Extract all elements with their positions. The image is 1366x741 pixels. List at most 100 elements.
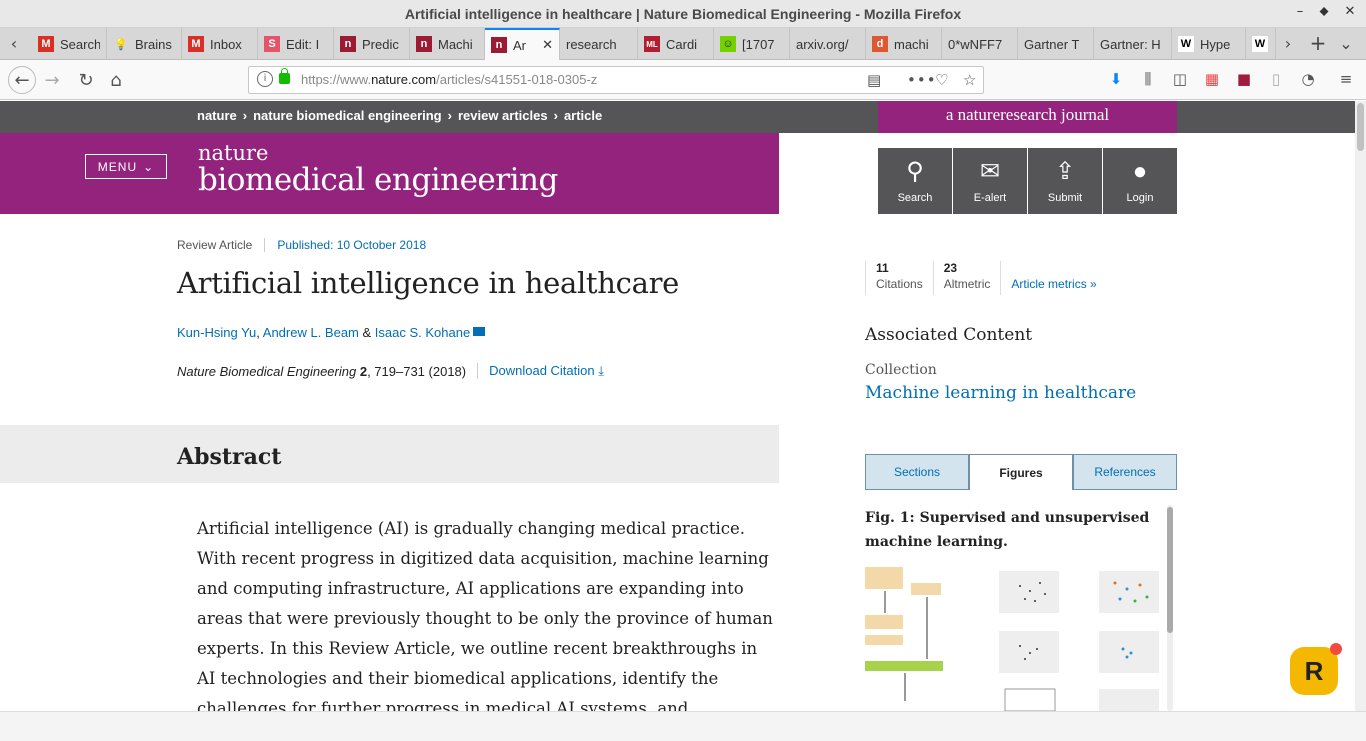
tab-15[interactable]: W Hype	[1172, 28, 1246, 60]
journal-header: MENU ⌄ nature biomedical engineering	[0, 133, 779, 214]
downloads-icon[interactable]: ⬇	[1106, 70, 1126, 88]
breadcrumb: nature › nature biomedical engineering ›…	[197, 108, 602, 123]
citations-metric[interactable]: 11 Citations	[865, 261, 933, 295]
figure-panel-scrollbar[interactable]	[1167, 505, 1173, 711]
minimize-icon[interactable]: –	[1290, 4, 1310, 19]
library-icon[interactable]: ⫼	[1138, 70, 1158, 88]
download-citation-link[interactable]: Download Citation ⤓	[477, 363, 604, 379]
figure-thumbnail[interactable]	[865, 561, 1163, 711]
citation-volume: 2	[359, 363, 368, 379]
abstract-heading: Abstract	[177, 444, 282, 470]
url-bar[interactable]: i https://www.nature.com/articles/s41551…	[248, 66, 984, 94]
login-button[interactable]: ● Login	[1103, 148, 1177, 214]
breadcrumb-review-articles[interactable]: review articles	[458, 108, 548, 123]
tab-8[interactable]: ML Cardi	[638, 28, 714, 60]
home-icon[interactable]: ⌂	[104, 68, 128, 92]
tab-0[interactable]: M Search	[32, 28, 107, 60]
back-icon[interactable]: ←	[8, 66, 36, 94]
note-icon[interactable]: ▯	[1266, 70, 1286, 88]
all-tabs-icon[interactable]: ⌄	[1336, 34, 1356, 53]
author-list: Kun-Hsing Yu, Andrew L. Beam & Isaac S. …	[177, 325, 486, 340]
extension-icon[interactable]: ◔	[1298, 70, 1318, 88]
gmail-icon: M	[188, 36, 204, 52]
tab-figures[interactable]: Figures	[969, 454, 1073, 490]
tab-3[interactable]: S Edit: I	[258, 28, 334, 60]
pocket-icon[interactable]: ♡	[935, 71, 948, 89]
site-info-icon[interactable]: i	[257, 71, 273, 87]
tab-sections[interactable]: Sections	[865, 454, 969, 490]
tab-13[interactable]: Gartner T	[1018, 28, 1094, 60]
tab-label: machi	[894, 36, 929, 52]
tab-14[interactable]: Gartner: H	[1094, 28, 1172, 60]
logo-line1[interactable]: nature	[198, 143, 268, 164]
download-icon: ⤓	[598, 363, 604, 378]
reader-view-icon[interactable]: ▤	[867, 71, 881, 89]
r-extension-badge[interactable]: R	[1290, 643, 1342, 695]
journal-tagline[interactable]: a natureresearch journal	[878, 101, 1177, 133]
tab-11[interactable]: d machi	[866, 28, 942, 60]
chevron-right-icon: ›	[242, 108, 248, 123]
tab-5[interactable]: n Machi	[410, 28, 485, 60]
logo-line2[interactable]: biomedical engineering	[198, 163, 558, 197]
breadcrumb-journal[interactable]: nature biomedical engineering	[253, 108, 442, 123]
menu-button[interactable]: MENU ⌄	[85, 154, 167, 179]
lock-icon[interactable]	[279, 68, 290, 84]
tab-label: Hype	[1200, 36, 1231, 52]
mendeley-icon[interactable]: ■	[1234, 70, 1254, 88]
status-bar	[0, 711, 1366, 741]
tab-label: arxiv.org/	[796, 36, 849, 52]
nature-icon: n	[491, 37, 507, 53]
wikipedia-icon: W	[1178, 36, 1194, 52]
tab-7[interactable]: research	[560, 28, 638, 60]
tab-label: Gartner T	[1024, 36, 1080, 52]
reload-icon[interactable]: ↻	[74, 68, 98, 92]
published-date: Published: 10 October 2018	[264, 238, 426, 252]
tab-1[interactable]: 💡 Brains	[107, 28, 182, 60]
figure-caption[interactable]: Fig. 1: Supervised and unsupervised mach…	[865, 506, 1155, 554]
tab-2[interactable]: M Inbox	[182, 28, 258, 60]
menu-hamburger-icon[interactable]: ≡	[1336, 70, 1356, 88]
page-actions-icon[interactable]: •••	[907, 71, 937, 89]
page-scrollbar[interactable]	[1355, 101, 1366, 711]
close-window-icon[interactable]: ✕	[1340, 4, 1360, 19]
sidebar-icon[interactable]: ◫	[1170, 70, 1190, 88]
author-link[interactable]: Andrew L. Beam	[263, 325, 359, 340]
tab-label: Search	[60, 36, 100, 52]
search-button[interactable]: ⚲ Search	[878, 148, 952, 214]
tab-12[interactable]: 0*wNFF7	[942, 28, 1018, 60]
e-alert-button[interactable]: ✉ E-alert	[953, 148, 1027, 214]
tab-label: Machi	[438, 36, 473, 52]
author-link[interactable]: Isaac S. Kohane	[375, 325, 470, 340]
todoist-icon[interactable]: ▦	[1202, 70, 1222, 88]
tab-16[interactable]: W	[1246, 28, 1276, 60]
submit-button[interactable]: ⇪ Submit	[1028, 148, 1102, 214]
forward-icon[interactable]: →	[40, 68, 64, 92]
bookmark-star-icon[interactable]: ☆	[963, 71, 976, 89]
tab-label: Cardi	[666, 36, 698, 52]
close-tab-icon[interactable]: ✕	[542, 37, 553, 53]
ml-icon: ML	[644, 36, 660, 52]
article-type: Review Article	[177, 238, 253, 252]
tab-scroll-left-icon[interactable]: ‹	[4, 34, 24, 53]
tab-label: Ar	[513, 37, 526, 53]
new-tab-icon[interactable]: +	[1308, 31, 1328, 55]
tab-4[interactable]: n Predic	[334, 28, 410, 60]
url-text[interactable]: https://www.nature.com/articles/s41551-0…	[301, 72, 597, 87]
tab-references[interactable]: References	[1073, 454, 1177, 490]
tab-scroll-right-icon[interactable]: ›	[1278, 34, 1298, 53]
tab-9[interactable]: ☺ [1707	[714, 28, 790, 60]
collection-link[interactable]: Machine learning in healthcare	[865, 383, 1136, 403]
mail-icon[interactable]	[473, 327, 486, 336]
tab-10[interactable]: arxiv.org/	[790, 28, 866, 60]
tab-label: [1707	[742, 36, 775, 52]
nature-icon: n	[416, 36, 432, 52]
tab-6[interactable]: n Ar ✕	[485, 28, 560, 60]
altmetric-metric[interactable]: 23 Altmetric	[932, 261, 1001, 295]
article-metrics-link[interactable]: Article metrics »	[1000, 261, 1106, 295]
article-title: Artificial intelligence in healthcare	[177, 266, 680, 300]
maximize-icon[interactable]: ⬥	[1314, 4, 1334, 19]
citation-journal: Nature Biomedical Engineering	[177, 363, 357, 379]
search-icon: ⚲	[906, 158, 924, 185]
breadcrumb-nature[interactable]: nature	[197, 108, 237, 123]
author-link[interactable]: Kun-Hsing Yu	[177, 325, 256, 340]
